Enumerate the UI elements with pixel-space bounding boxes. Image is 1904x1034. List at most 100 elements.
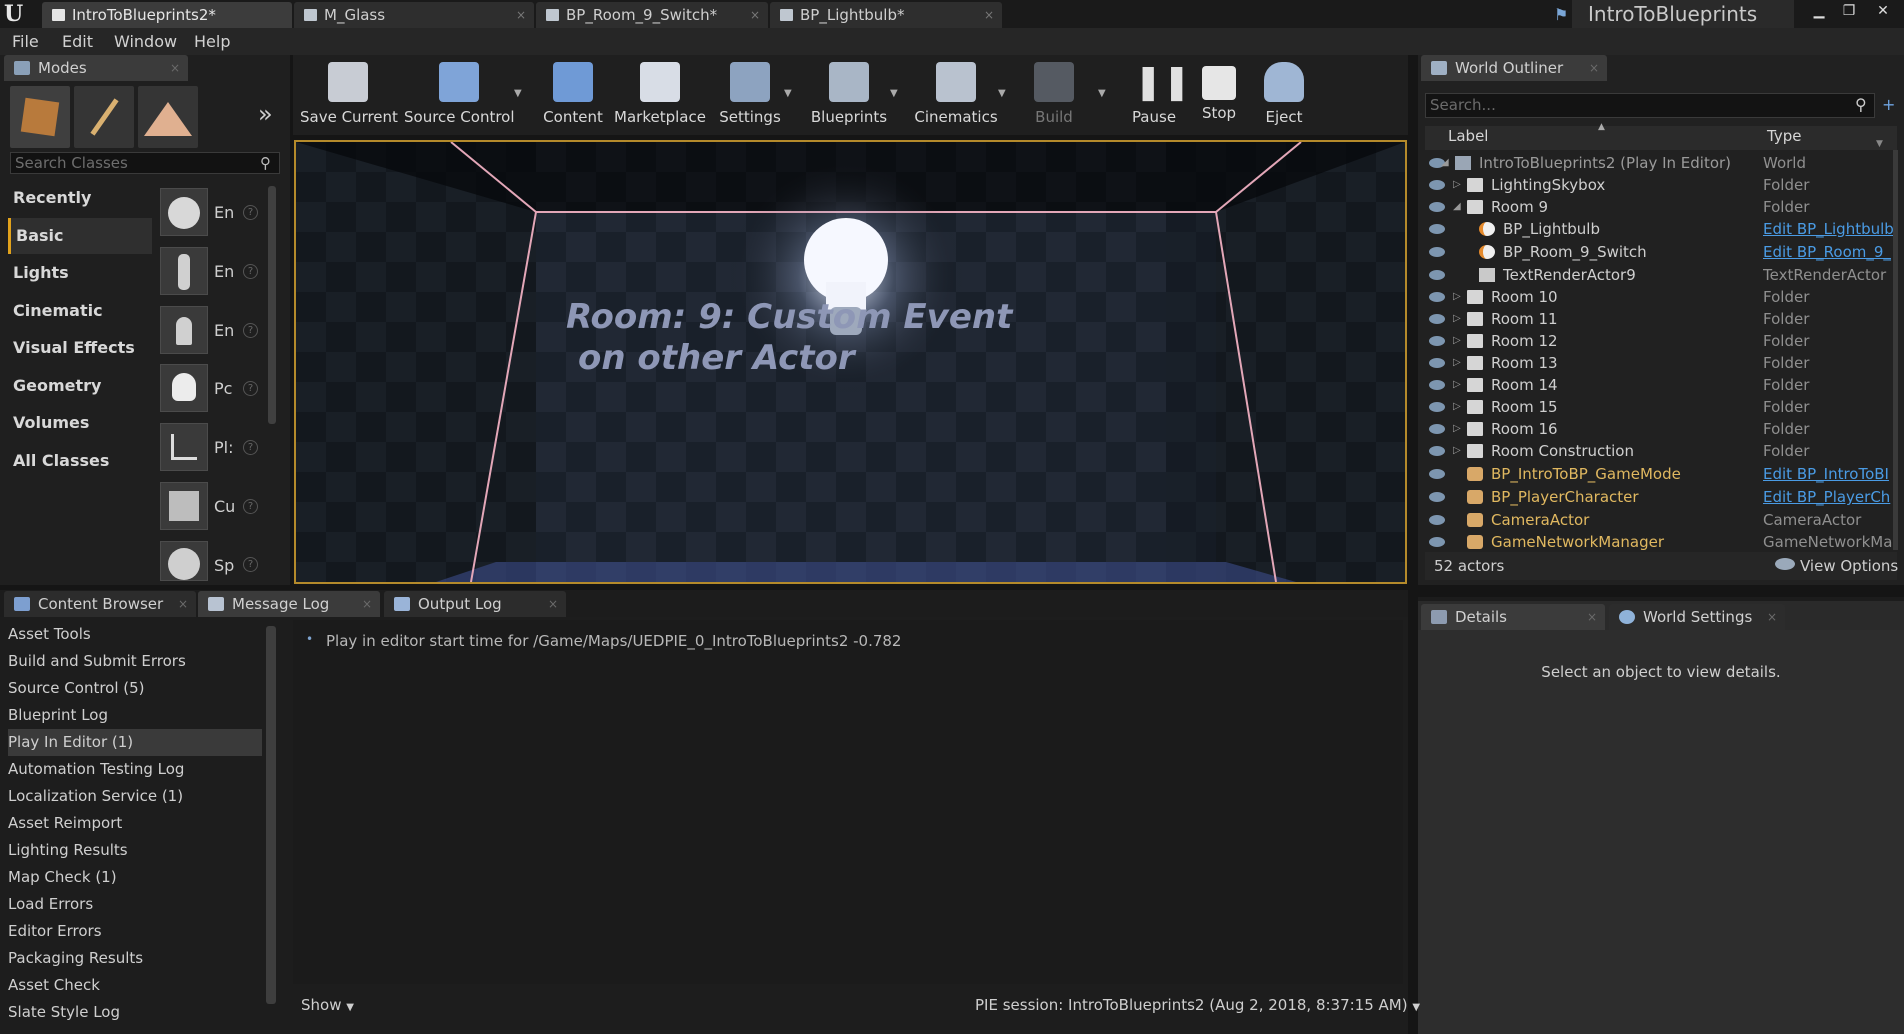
- eject-button[interactable]: Eject: [1254, 58, 1314, 132]
- outliner-search-input[interactable]: Search...: [1425, 93, 1875, 118]
- outliner-row[interactable]: GameNetworkManager GameNetworkMan: [1425, 531, 1897, 553]
- category-lights[interactable]: Lights: [8, 255, 152, 291]
- menu-edit[interactable]: Edit: [62, 32, 93, 51]
- tab-world-settings[interactable]: World Settings ×: [1609, 604, 1785, 630]
- log-category-item[interactable]: Source Control (5): [8, 675, 262, 702]
- empty-pawn-item[interactable]: [160, 306, 208, 354]
- expand-arrow-icon[interactable]: ▷: [1453, 374, 1461, 396]
- cube-item[interactable]: [160, 482, 208, 530]
- close-icon[interactable]: ×: [984, 2, 994, 28]
- paint-mode-icon[interactable]: [74, 86, 134, 148]
- sphere-item[interactable]: [160, 541, 208, 581]
- menu-help[interactable]: Help: [194, 32, 230, 51]
- outliner-row[interactable]: BP_IntroToBP_GameMode Edit BP_IntroToBI: [1425, 463, 1897, 485]
- visibility-eye-icon[interactable]: [1429, 469, 1445, 479]
- menu-window[interactable]: Window: [114, 32, 177, 51]
- log-category-item[interactable]: Asset Reimport: [8, 810, 262, 837]
- outliner-row[interactable]: ▷ Room 15 Folder: [1425, 396, 1897, 418]
- visibility-eye-icon[interactable]: [1429, 247, 1445, 257]
- close-window-icon[interactable]: ✕: [1870, 2, 1896, 20]
- dropdown-icon[interactable]: ▼: [890, 88, 898, 99]
- point-light-item[interactable]: [160, 364, 208, 412]
- column-dropdown-icon[interactable]: ▼: [1876, 139, 1883, 149]
- log-category-item[interactable]: Asset Check: [8, 972, 262, 999]
- expand-arrow-icon[interactable]: ▷: [1453, 352, 1461, 374]
- help-icon[interactable]: ?: [243, 381, 258, 396]
- visibility-eye-icon[interactable]: [1429, 292, 1445, 302]
- close-icon[interactable]: ×: [362, 591, 372, 617]
- log-category-item[interactable]: Editor Errors: [8, 918, 262, 945]
- category-all-classes[interactable]: All Classes: [8, 443, 152, 479]
- help-icon[interactable]: ?: [243, 440, 258, 455]
- tab-modes[interactable]: Modes ×: [4, 55, 188, 81]
- source-control-button[interactable]: Source Control: [404, 58, 515, 132]
- tab-content-browser[interactable]: Content Browser ×: [4, 591, 196, 617]
- close-icon[interactable]: ×: [750, 2, 760, 28]
- add-folder-icon[interactable]: +: [1882, 95, 1895, 114]
- outliner-row[interactable]: TextRenderActor9 TextRenderActor: [1425, 264, 1897, 286]
- log-message[interactable]: Play in editor start time for /Game/Maps…: [326, 632, 901, 650]
- log-category-item[interactable]: Play In Editor (1): [8, 729, 262, 756]
- expand-modes-icon[interactable]: »: [258, 100, 273, 128]
- visibility-eye-icon[interactable]: [1429, 424, 1445, 434]
- maximize-icon[interactable]: ❐: [1836, 2, 1862, 20]
- menu-file[interactable]: File: [12, 32, 39, 51]
- save-current-button[interactable]: Save Current: [300, 58, 398, 132]
- category-geometry[interactable]: Geometry: [8, 368, 152, 404]
- outliner-row[interactable]: ▷ LightingSkybox Folder: [1425, 174, 1897, 196]
- log-category-item[interactable]: Blueprint Log: [8, 702, 262, 729]
- close-icon[interactable]: ×: [548, 591, 558, 617]
- outliner-row[interactable]: BP_PlayerCharacter Edit BP_PlayerCh: [1425, 486, 1897, 508]
- visibility-eye-icon[interactable]: [1429, 180, 1445, 190]
- edit-blueprint-link[interactable]: Edit BP_PlayerCh: [1763, 486, 1893, 508]
- marketplace-button[interactable]: Marketplace: [614, 58, 706, 132]
- pie-session-selector[interactable]: PIE session: IntroToBlueprints2 (Aug 2, …: [975, 996, 1420, 1014]
- view-options-button[interactable]: View Options: [1800, 557, 1898, 575]
- show-filter-button[interactable]: Show ▼: [301, 996, 354, 1014]
- visibility-eye-icon[interactable]: [1429, 380, 1445, 390]
- content-button[interactable]: Content: [538, 58, 608, 132]
- close-icon[interactable]: ×: [516, 2, 526, 28]
- player-start-item[interactable]: [160, 423, 208, 471]
- category-cinematic[interactable]: Cinematic: [8, 293, 152, 329]
- help-icon[interactable]: ?: [243, 557, 258, 572]
- help-icon[interactable]: ?: [243, 499, 258, 514]
- close-icon[interactable]: ×: [1589, 55, 1599, 81]
- expand-arrow-icon[interactable]: ▷: [1453, 286, 1461, 308]
- tab-m-glass[interactable]: M_Glass ×: [294, 2, 534, 28]
- outliner-row[interactable]: ▷ Room 10 Folder: [1425, 286, 1897, 308]
- visibility-eye-icon[interactable]: [1429, 270, 1445, 280]
- visibility-eye-icon[interactable]: [1429, 492, 1445, 502]
- category-volumes[interactable]: Volumes: [8, 405, 152, 441]
- collapse-arrow-icon[interactable]: ◢: [1441, 152, 1449, 174]
- category-basic[interactable]: Basic: [8, 218, 152, 254]
- tab-details[interactable]: Details ×: [1421, 604, 1605, 630]
- outliner-row[interactable]: ◢ IntroToBlueprints2 (Play In Editor) Worl…: [1425, 152, 1897, 174]
- landscape-mode-icon[interactable]: [138, 86, 198, 148]
- outliner-row[interactable]: BP_Room_9_Switch Edit BP_Room_9_: [1425, 241, 1897, 263]
- empty-character-item[interactable]: [160, 247, 208, 295]
- close-icon[interactable]: ×: [170, 55, 180, 81]
- expand-arrow-icon[interactable]: ▷: [1453, 396, 1461, 418]
- tab-world-outliner[interactable]: World Outliner ×: [1421, 55, 1607, 81]
- build-button[interactable]: Build: [1020, 58, 1088, 132]
- outliner-row[interactable]: ▷ Room 16 Folder: [1425, 418, 1897, 440]
- log-category-item[interactable]: Load Errors: [8, 891, 262, 918]
- outliner-row[interactable]: ▷ Room 14 Folder: [1425, 374, 1897, 396]
- expand-arrow-icon[interactable]: ▷: [1453, 418, 1461, 440]
- minimize-icon[interactable]: ▁: [1806, 2, 1832, 20]
- empty-actor-item[interactable]: [160, 188, 208, 236]
- log-category-item[interactable]: Packaging Results: [8, 945, 262, 972]
- blueprints-button[interactable]: Blueprints: [806, 58, 892, 132]
- scrollbar[interactable]: [268, 186, 276, 424]
- tab-introtoblueprints2[interactable]: IntroToBlueprints2*: [42, 2, 292, 28]
- edit-blueprint-link[interactable]: Edit BP_Lightbulb: [1763, 218, 1893, 240]
- outliner-row[interactable]: CameraActor CameraActor: [1425, 509, 1897, 531]
- log-category-item[interactable]: Lighting Results: [8, 837, 262, 864]
- help-icon[interactable]: ?: [243, 264, 258, 279]
- expand-arrow-icon[interactable]: ▷: [1453, 174, 1461, 196]
- tab-bp-room-9-switch[interactable]: BP_Room_9_Switch* ×: [536, 2, 768, 28]
- column-label[interactable]: Label: [1448, 127, 1488, 149]
- search-classes-input[interactable]: Search Classes: [10, 152, 280, 174]
- log-category-item[interactable]: Asset Tools: [8, 621, 262, 648]
